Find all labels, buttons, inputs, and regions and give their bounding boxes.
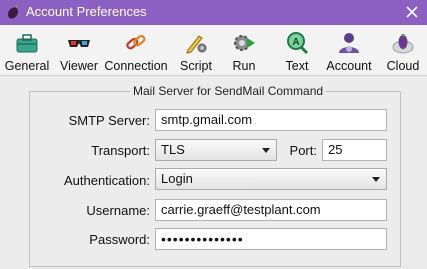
magnifier-a-icon: A	[287, 32, 309, 55]
tab-label: Text	[285, 59, 309, 73]
group-title: Mail Server for SendMail Command	[130, 84, 327, 98]
toolbox-icon	[16, 34, 38, 53]
tab-connection[interactable]: Connection	[104, 28, 168, 74]
password-label: Password:	[89, 232, 150, 247]
authentication-select[interactable]: Login	[155, 168, 387, 190]
user-gear-icon	[339, 33, 359, 53]
tab-script[interactable]: Script	[176, 28, 216, 74]
tab-run[interactable]: Run	[228, 28, 260, 74]
svg-text:A: A	[292, 37, 299, 48]
title-bar: Account Preferences	[0, 0, 427, 25]
tab-cloud[interactable]: Cloud	[384, 28, 422, 74]
transport-value: TLS	[161, 142, 185, 157]
smtp-server-input[interactable]: smtp.gmail.com	[155, 109, 387, 131]
tab-label: Connection	[104, 59, 168, 73]
tab-label: General	[4, 59, 50, 73]
smtp-server-label: SMTP Server:	[68, 113, 150, 128]
username-input[interactable]: carrie.graeff@testplant.com	[155, 199, 387, 221]
gear-play-icon	[234, 35, 255, 51]
password-input[interactable]: ••••••••••••••	[155, 228, 387, 250]
tab-account[interactable]: Account	[324, 28, 374, 74]
preferences-toolbar: General Viewer Connection Script Run A T…	[0, 25, 427, 76]
authentication-label: Authentication:	[63, 173, 150, 188]
chain-link-icon	[126, 34, 146, 50]
chevron-down-icon	[262, 148, 270, 153]
tab-viewer[interactable]: Viewer	[57, 28, 101, 74]
close-icon[interactable]	[403, 3, 421, 21]
tab-label: Viewer	[60, 59, 98, 73]
eggplant-app-icon	[7, 5, 19, 19]
tab-label: Run	[232, 59, 256, 73]
authentication-value: Login	[161, 171, 193, 186]
account-pane: Mail Server for SendMail Command SMTP Se…	[0, 76, 427, 269]
username-label: Username:	[86, 203, 150, 218]
cloud-eggplant-icon	[392, 34, 414, 54]
port-input[interactable]: 25	[322, 139, 387, 161]
tab-label: Cloud	[386, 59, 420, 73]
3d-glasses-icon	[68, 40, 90, 47]
tab-label: Account	[326, 59, 372, 73]
tab-general[interactable]: General	[4, 28, 50, 74]
transport-select[interactable]: TLS	[155, 139, 277, 161]
window-title: Account Preferences	[26, 4, 147, 19]
port-label: Port:	[289, 143, 317, 158]
tab-text[interactable]: A Text	[282, 28, 312, 74]
pencil-gear-icon	[186, 35, 207, 54]
transport-label: Transport:	[91, 143, 150, 158]
tab-label: Script	[180, 59, 212, 73]
chevron-down-icon	[372, 177, 380, 182]
